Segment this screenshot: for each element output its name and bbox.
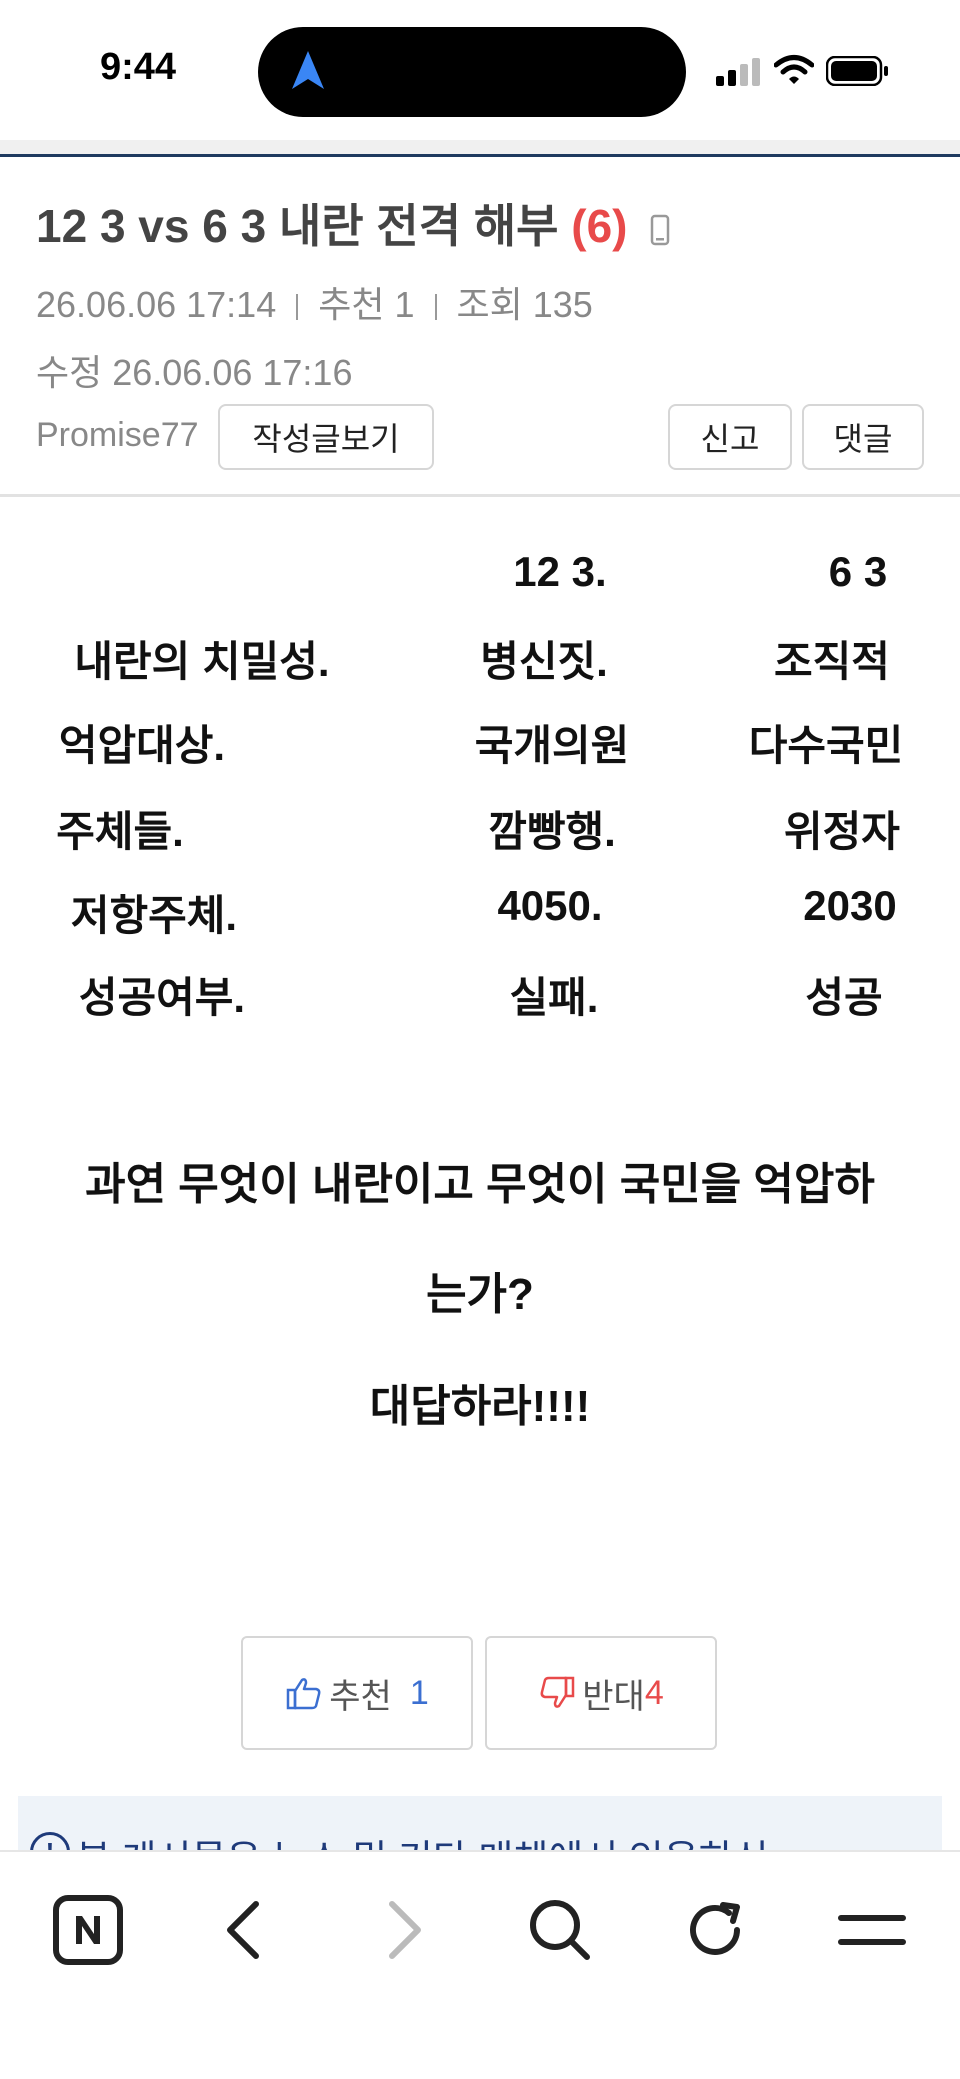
forward-icon[interactable] [364,1890,444,1970]
table-cell: 위정자 [784,808,900,855]
post-date: 26.06.06 17:14 [36,284,277,325]
thumbs-up-icon [287,1678,321,1710]
table-cell: 성공 [805,974,883,1021]
table-cell: 다수국민 [748,722,904,769]
downvote-count: 4 [644,1673,664,1712]
post-recommend-count: 추천 1 [318,284,415,325]
upvote-button[interactable]: 추천 1 [241,1636,473,1750]
post-title: 12 3 vs 6 3 내란 전격 해부 (6) [36,190,670,256]
body-text-line: 는가? [426,1270,534,1319]
location-arrow-icon [292,51,324,89]
dynamic-island [258,27,686,117]
post-title-text: 12 3 vs 6 3 내란 전격 해부 [36,200,559,252]
table-cell: 억압대상. [58,722,226,769]
body-text-line: 과연 무엇이 내란이고 무엇이 국민을 억압하 [85,1160,875,1209]
mobile-post-icon [651,214,670,246]
table-cell: 실패. [509,974,599,1021]
naver-icon[interactable] [48,1890,128,1970]
upvote-count: 1 [409,1673,429,1712]
table-cell: 4050. [497,882,603,929]
cellular-signal-icon [716,58,760,86]
header-divider [0,494,960,497]
back-icon[interactable] [204,1890,284,1970]
table-header: 12 3. [513,548,607,595]
bottom-nav [0,1850,960,2079]
post-meta: 26.06.06 17:14 추천 1 조회 135 [36,276,593,328]
meta-separator [296,294,299,321]
menu-icon[interactable] [832,1890,912,1970]
upvote-label: 추천 [329,1677,392,1716]
top-divider [0,140,960,154]
author-name[interactable]: Promise77 [36,416,199,455]
body-text-line: 대답하라!!!! [369,1382,591,1431]
table-cell: 내란의 치밀성. [74,638,330,685]
comment-count[interactable]: (6) [571,200,627,252]
search-icon[interactable] [520,1890,600,1970]
thumbs-down-icon [540,1676,575,1708]
battery-icon [826,56,888,86]
table-cell: 조직적 [774,638,890,685]
downvote-button[interactable]: 반대 4 [485,1636,717,1750]
table-cell: 2030 [803,882,897,929]
table-cell: 깜빵행. [488,808,616,855]
title-rule [0,154,960,157]
comment-button[interactable]: 댓글 [802,404,924,470]
post-view-count: 조회 135 [456,284,593,325]
wifi-icon [774,55,814,84]
status-bar: 9:44 [0,0,960,142]
downvote-label: 반대 [582,1677,645,1716]
report-button[interactable]: 신고 [668,404,792,470]
post-edited: 수정 26.06.06 17:16 [36,352,353,393]
status-time: 9:44 [100,46,177,88]
meta-separator [434,294,437,321]
table-header: 6 3 [828,548,888,595]
table-cell: 주체들. [56,808,184,855]
view-posts-button[interactable]: 작성글보기 [218,404,434,470]
refresh-icon[interactable] [676,1890,756,1970]
table-cell: 저항주체. [70,892,238,939]
table-cell: 국개의원 [474,722,630,769]
table-cell: 병신짓. [480,638,608,685]
table-cell: 성공여부. [78,974,246,1021]
